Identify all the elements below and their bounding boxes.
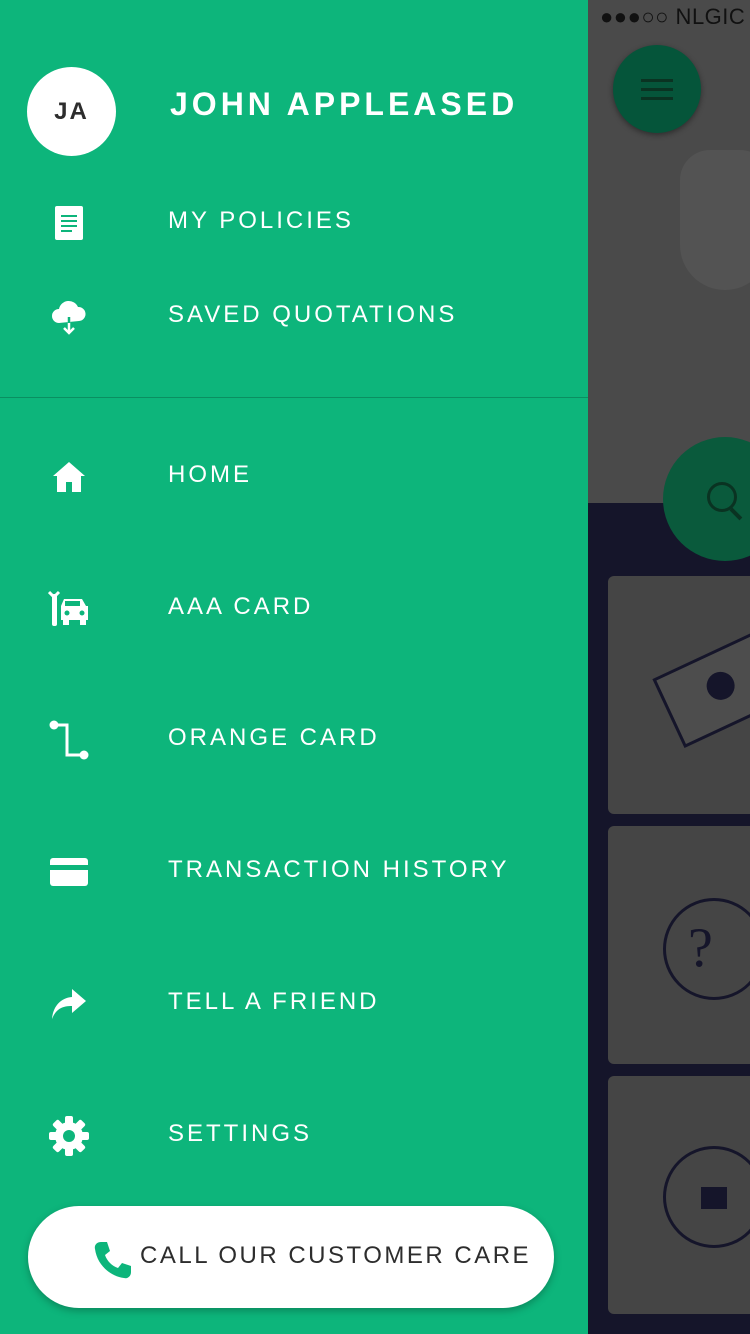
hamburger-menu-button[interactable] <box>613 45 701 133</box>
menu-item-label: MY POLICIES <box>168 207 354 234</box>
gift-icon <box>663 1146 750 1248</box>
home-icon <box>48 456 90 498</box>
cloud-download-icon <box>48 296 90 338</box>
menu-item-label: AAA CARD <box>168 593 314 620</box>
menu-item-settings[interactable]: SETTINGS <box>0 1106 588 1166</box>
call-customer-care-button[interactable]: CALL OUR CUSTOMER CARE <box>28 1206 554 1308</box>
menu-item-aaa-card[interactable]: AAA CARD <box>0 579 588 639</box>
menu-item-label: TELL A FRIEND <box>168 988 380 1015</box>
route-icon <box>48 719 90 761</box>
menu-item-label: TRANSACTION HISTORY <box>168 856 510 883</box>
navigation-drawer: JA JOHN APPLEASED MY POLICIES SAVED QUOT… <box>0 0 588 1334</box>
drawer-divider <box>0 397 588 398</box>
menu-item-label: SAVED QUOTATIONS <box>168 301 458 328</box>
menu-item-home[interactable]: HOME <box>0 447 588 507</box>
document-icon <box>48 202 90 244</box>
avatar[interactable]: JA <box>27 67 116 156</box>
background-card-help[interactable]: ? <box>608 826 750 1064</box>
gear-icon <box>48 1115 90 1157</box>
menu-item-my-policies[interactable]: MY POLICIES <box>0 193 588 253</box>
menu-item-label: ORANGE CARD <box>168 724 380 751</box>
menu-item-orange-card[interactable]: ORANGE CARD <box>0 710 588 770</box>
background-card-money[interactable] <box>608 576 750 814</box>
background-card-gift[interactable] <box>608 1076 750 1314</box>
menu-item-tell-a-friend[interactable]: TELL A FRIEND <box>0 974 588 1034</box>
phone-icon <box>92 1239 134 1281</box>
money-icon <box>652 630 750 748</box>
status-bar-carrier: ●●●○○ NLGIC <box>600 4 746 29</box>
menu-item-saved-quotations[interactable]: SAVED QUOTATIONS <box>0 287 588 347</box>
user-name[interactable]: JOHN APPLEASED <box>170 86 518 123</box>
call-button-label: CALL OUR CUSTOMER CARE <box>140 1242 532 1269</box>
menu-item-label: SETTINGS <box>168 1120 313 1147</box>
car-repair-icon <box>48 588 90 630</box>
menu-item-label: HOME <box>168 461 252 488</box>
share-arrow-icon <box>48 983 90 1025</box>
menu-item-transaction-history[interactable]: TRANSACTION HISTORY <box>0 842 588 902</box>
credit-card-icon <box>48 851 90 893</box>
background-illustration <box>680 150 750 290</box>
